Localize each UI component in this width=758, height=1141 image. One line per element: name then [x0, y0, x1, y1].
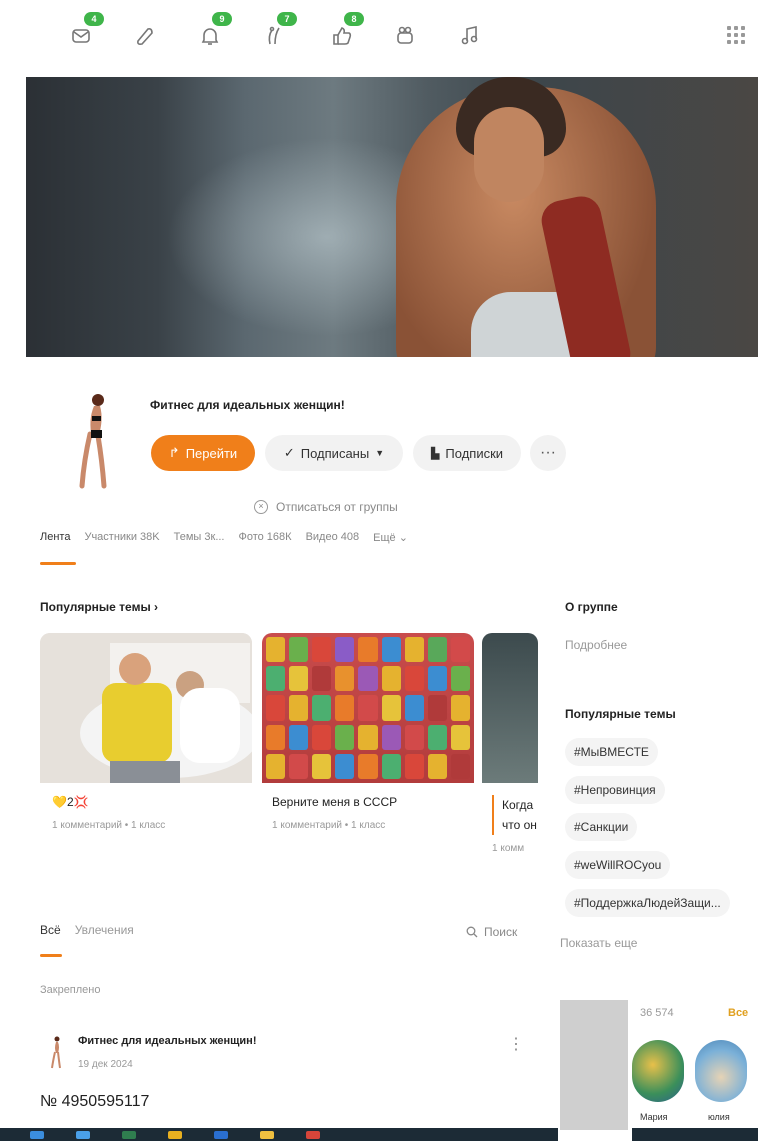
- more-button[interactable]: ···: [530, 435, 566, 471]
- popular-topics-title[interactable]: Популярные темы ›: [40, 600, 158, 614]
- pinned-label: Закреплено: [40, 984, 101, 996]
- subscribed-label: Подписаны: [300, 445, 370, 461]
- taskbar-app-icon[interactable]: [30, 1131, 44, 1139]
- member-name[interactable]: Мария: [640, 1112, 668, 1122]
- messages-badge: 4: [84, 12, 104, 26]
- topic-meta: 1 комментарий • 1 класс: [52, 820, 166, 831]
- taskbar-app-icon[interactable]: [76, 1131, 90, 1139]
- discussions-icon[interactable]: [133, 24, 157, 48]
- os-taskbar: [0, 1128, 558, 1141]
- checkmark-icon: ✓: [283, 445, 295, 460]
- subscriptions-button[interactable]: ▙ Подписки: [413, 435, 521, 471]
- group-cover-image: [26, 77, 758, 357]
- tab-photos[interactable]: Фото 168К: [238, 531, 291, 544]
- group-avatar[interactable]: [68, 390, 118, 490]
- os-taskbar-right: [632, 1128, 758, 1141]
- feed-tab-all[interactable]: Всё: [40, 923, 61, 937]
- subscribed-button[interactable]: ✓ Подписаны ▼: [265, 435, 403, 471]
- subscriptions-icon: ▙: [430, 447, 440, 460]
- post-text: № 4950595117: [40, 1093, 150, 1110]
- hashtag[interactable]: #weWillROCyou: [565, 851, 671, 879]
- messages-icon[interactable]: 4: [70, 12, 104, 48]
- feed-tab-underline: [40, 954, 62, 957]
- hashtag[interactable]: #Непровинция: [565, 776, 665, 804]
- side-placeholder-block: [560, 1000, 628, 1130]
- post-author-avatar[interactable]: [48, 1035, 64, 1069]
- side-popular-title: Популярные темы: [565, 707, 676, 721]
- apps-grid-icon[interactable]: [727, 26, 745, 44]
- hashtag[interactable]: #ПоддержкаЛюдейЗащи...: [565, 889, 730, 917]
- taskbar-app-icon[interactable]: [122, 1131, 136, 1139]
- member-avatar[interactable]: [695, 1040, 747, 1102]
- tab-members[interactable]: Участники 38K: [84, 531, 159, 544]
- members-all-link[interactable]: Все: [728, 1007, 748, 1019]
- topic-meta: 1 комментарий • 1 класс: [272, 820, 386, 831]
- video-icon[interactable]: [394, 24, 418, 48]
- guests-icon[interactable]: 7: [263, 12, 297, 48]
- music-icon[interactable]: [458, 24, 482, 48]
- caret-down-icon: ▼: [375, 448, 385, 458]
- events-badge: 8: [344, 12, 364, 26]
- tab-topics[interactable]: Темы 3к...: [174, 531, 225, 544]
- search-label: Поиск: [484, 925, 518, 939]
- top-toolbar: 4 9 7 8: [0, 0, 758, 66]
- topic-card-image[interactable]: [40, 633, 252, 783]
- unsubscribe-label: Отписаться от группы: [276, 500, 398, 514]
- member-name[interactable]: юлия: [708, 1112, 730, 1122]
- search-icon: [466, 926, 478, 938]
- topic-caption[interactable]: Верните меня в СССР: [272, 795, 397, 809]
- tab-videos[interactable]: Видео 408: [306, 531, 360, 544]
- member-avatar[interactable]: [632, 1040, 684, 1102]
- notifications-icon[interactable]: 9: [198, 12, 232, 48]
- unsubscribe-icon: ×: [254, 500, 268, 514]
- taskbar-app-icon[interactable]: [260, 1131, 274, 1139]
- guests-badge: 7: [277, 12, 297, 26]
- taskbar-app-icon[interactable]: [214, 1131, 228, 1139]
- topic-card-image[interactable]: [482, 633, 538, 783]
- about-more-link[interactable]: Подробнее: [565, 638, 627, 652]
- post-date: 19 дек 2024: [78, 1059, 133, 1070]
- feed-tab-hobbies[interactable]: Увлечения: [75, 923, 134, 937]
- tab-feed[interactable]: Лента: [40, 531, 70, 544]
- hashtag[interactable]: #МыВМЕСТЕ: [565, 738, 658, 766]
- events-icon[interactable]: 8: [330, 12, 364, 48]
- group-tabs: Лента Участники 38K Темы 3к... Фото 168К…: [40, 531, 408, 544]
- show-more-tags-link[interactable]: Показать еще: [560, 936, 637, 950]
- group-title: Фитнес для идеальных женщин!: [150, 398, 345, 412]
- unsubscribe-link[interactable]: × Отписаться от группы: [254, 500, 398, 514]
- topic-caption[interactable]: Когда что он: [492, 795, 538, 835]
- hashtag[interactable]: #Санкции: [565, 813, 638, 841]
- subscriptions-label: Подписки: [445, 445, 504, 461]
- go-button-label: Перейти: [185, 445, 238, 461]
- active-tab-underline: [40, 562, 76, 565]
- about-group-title: О группе: [565, 600, 618, 614]
- members-count: 36 574: [640, 1007, 674, 1019]
- chevron-right-icon: ›: [154, 600, 159, 614]
- taskbar-app-icon[interactable]: [306, 1131, 320, 1139]
- more-dots-icon: ···: [540, 444, 556, 461]
- topic-meta: 1 комм: [492, 843, 525, 854]
- share-arrow-icon: ↱: [168, 445, 180, 460]
- topic-card-image[interactable]: [262, 633, 474, 783]
- notifications-badge: 9: [212, 12, 232, 26]
- taskbar-app-icon[interactable]: [168, 1131, 182, 1139]
- tab-more[interactable]: Ещё ⌄: [373, 531, 408, 544]
- post-author-name[interactable]: Фитнес для идеальных женщин!: [78, 1035, 256, 1047]
- topic-caption[interactable]: 💛2💢: [52, 795, 89, 809]
- go-button[interactable]: ↱ Перейти: [151, 435, 255, 471]
- feed-search[interactable]: Поиск: [466, 925, 517, 939]
- post-menu-icon[interactable]: ⋮: [508, 1034, 524, 1054]
- cover-face: [474, 107, 544, 202]
- feed-tabs: Всё Увлечения: [40, 923, 134, 937]
